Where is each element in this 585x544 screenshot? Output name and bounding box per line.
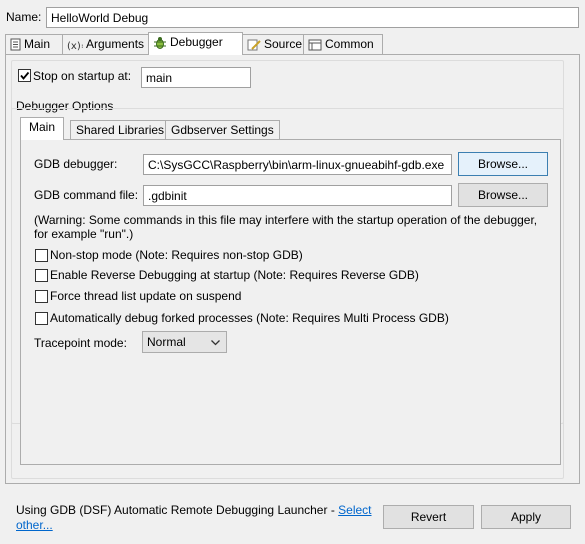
tab-source-label: Source xyxy=(264,37,303,51)
options-tab-gdbserver-settings[interactable]: Gdbserver Settings xyxy=(165,120,280,140)
chevron-down-icon xyxy=(211,340,220,346)
gdb-command-file-label: GDB command file: xyxy=(34,188,139,202)
tab-common[interactable]: Common xyxy=(303,34,383,54)
tab-common-label: Common xyxy=(325,37,374,51)
tracepoint-mode-label: Tracepoint mode: xyxy=(34,336,127,350)
document-icon xyxy=(10,38,21,51)
non-stop-mode-label: Non-stop mode (Note: Requires non-stop G… xyxy=(48,248,305,262)
select-other-link-part2[interactable]: other... xyxy=(16,518,53,532)
force-thread-update-label: Force thread list update on suspend xyxy=(48,289,244,303)
options-tab-gdbserver-label: Gdbserver Settings xyxy=(171,123,274,137)
reverse-debugging-label: Enable Reverse Debugging at startup (Not… xyxy=(48,268,421,282)
name-label: Name: xyxy=(6,10,42,24)
non-stop-mode-checkbox[interactable] xyxy=(35,249,48,262)
options-tab-main-label: Main xyxy=(29,120,56,134)
source-icon xyxy=(247,39,261,51)
tracepoint-mode-value: Normal xyxy=(147,335,186,349)
gdb-command-file-browse-button[interactable]: Browse... xyxy=(458,183,548,207)
tab-debugger-label: Debugger xyxy=(170,35,223,49)
options-tab-main[interactable]: Main xyxy=(20,117,65,140)
warning-text-line1: (Warning: Some commands in this file may… xyxy=(34,213,538,227)
debug-forked-processes-checkbox[interactable] xyxy=(35,312,48,325)
gdb-debugger-field[interactable] xyxy=(143,154,452,175)
launcher-text: Using GDB (DSF) Automatic Remote Debuggi… xyxy=(16,503,372,517)
force-thread-update-checkbox[interactable] xyxy=(35,290,48,303)
warning-text-line2: for example "run".) xyxy=(34,227,134,241)
gdb-debugger-browse-button[interactable]: Browse... xyxy=(458,152,548,176)
gdb-debugger-label: GDB debugger: xyxy=(34,157,118,171)
tab-main[interactable]: Main xyxy=(5,34,63,54)
launcher-description: Using GDB (DSF) Automatic Remote Debuggi… xyxy=(16,503,339,517)
apply-button[interactable]: Apply xyxy=(481,505,571,529)
variable-icon: (x)= xyxy=(67,41,83,51)
tab-main-label: Main xyxy=(24,37,51,51)
tracepoint-mode-select[interactable]: Normal xyxy=(142,331,227,353)
svg-text:(x)=: (x)= xyxy=(67,41,83,51)
options-tab-shared-libraries[interactable]: Shared Libraries xyxy=(70,120,171,140)
tab-arguments-label: Arguments xyxy=(86,37,145,51)
tab-source[interactable]: Source xyxy=(242,34,304,54)
options-tab-shared-libraries-label: Shared Libraries xyxy=(76,123,165,137)
gdb-command-file-field[interactable] xyxy=(143,185,452,206)
common-icon xyxy=(308,39,322,51)
revert-button[interactable]: Revert xyxy=(383,505,474,529)
select-other-link-part1[interactable]: Select xyxy=(338,503,371,517)
bug-icon xyxy=(154,36,166,49)
launch-config-tabs: Main (x)=Arguments Debugger Source Commo… xyxy=(5,32,580,55)
name-field[interactable] xyxy=(46,7,579,28)
debug-forked-processes-label: Automatically debug forked processes (No… xyxy=(48,311,451,325)
tab-debugger[interactable]: Debugger xyxy=(148,32,243,55)
reverse-debugging-checkbox[interactable] xyxy=(35,269,48,282)
tab-arguments[interactable]: (x)=Arguments xyxy=(62,34,149,54)
